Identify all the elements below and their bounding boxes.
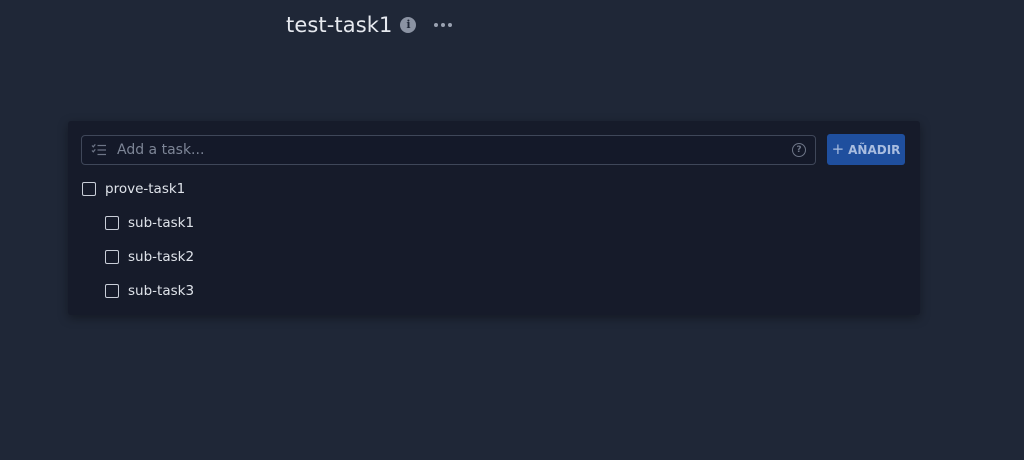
subtask-checkbox[interactable]	[105, 216, 119, 230]
add-task-button-label: AÑADIR	[848, 142, 901, 157]
project-title: test-task1	[286, 13, 393, 37]
question-circle-icon[interactable]: ?	[792, 142, 806, 157]
subtask-item: sub-task2	[105, 247, 194, 267]
more-options-icon[interactable]	[434, 19, 453, 31]
project-page: test-task1 i ?	[0, 0, 1024, 460]
add-task-button[interactable]: + AÑADIR	[827, 134, 905, 165]
info-icon[interactable]: i	[400, 17, 417, 33]
task-item: prove-task1	[82, 179, 185, 199]
task-label[interactable]: prove-task1	[105, 181, 185, 197]
subtask-label[interactable]: sub-task2	[128, 249, 194, 265]
dot	[448, 23, 453, 27]
task-list-card: ? + AÑADIR prove-task1 sub-task1 sub-tas…	[68, 121, 920, 315]
add-task-row: ? + AÑADIR	[81, 134, 905, 165]
dot	[434, 23, 439, 27]
dot	[441, 23, 446, 27]
subtask-label[interactable]: sub-task1	[128, 215, 194, 231]
subtask-item: sub-task1	[105, 213, 194, 233]
add-task-field: ?	[81, 134, 816, 165]
subtask-item: sub-task3	[105, 281, 194, 301]
task-checkbox[interactable]	[82, 182, 96, 196]
plus-icon: +	[831, 140, 845, 158]
subtask-checkbox[interactable]	[105, 284, 119, 298]
project-header: test-task1 i	[286, 11, 453, 39]
subtask-checkbox[interactable]	[105, 250, 119, 264]
add-task-input[interactable]	[115, 134, 792, 165]
subtask-label[interactable]: sub-task3	[128, 283, 194, 299]
list-check-icon	[91, 143, 107, 157]
